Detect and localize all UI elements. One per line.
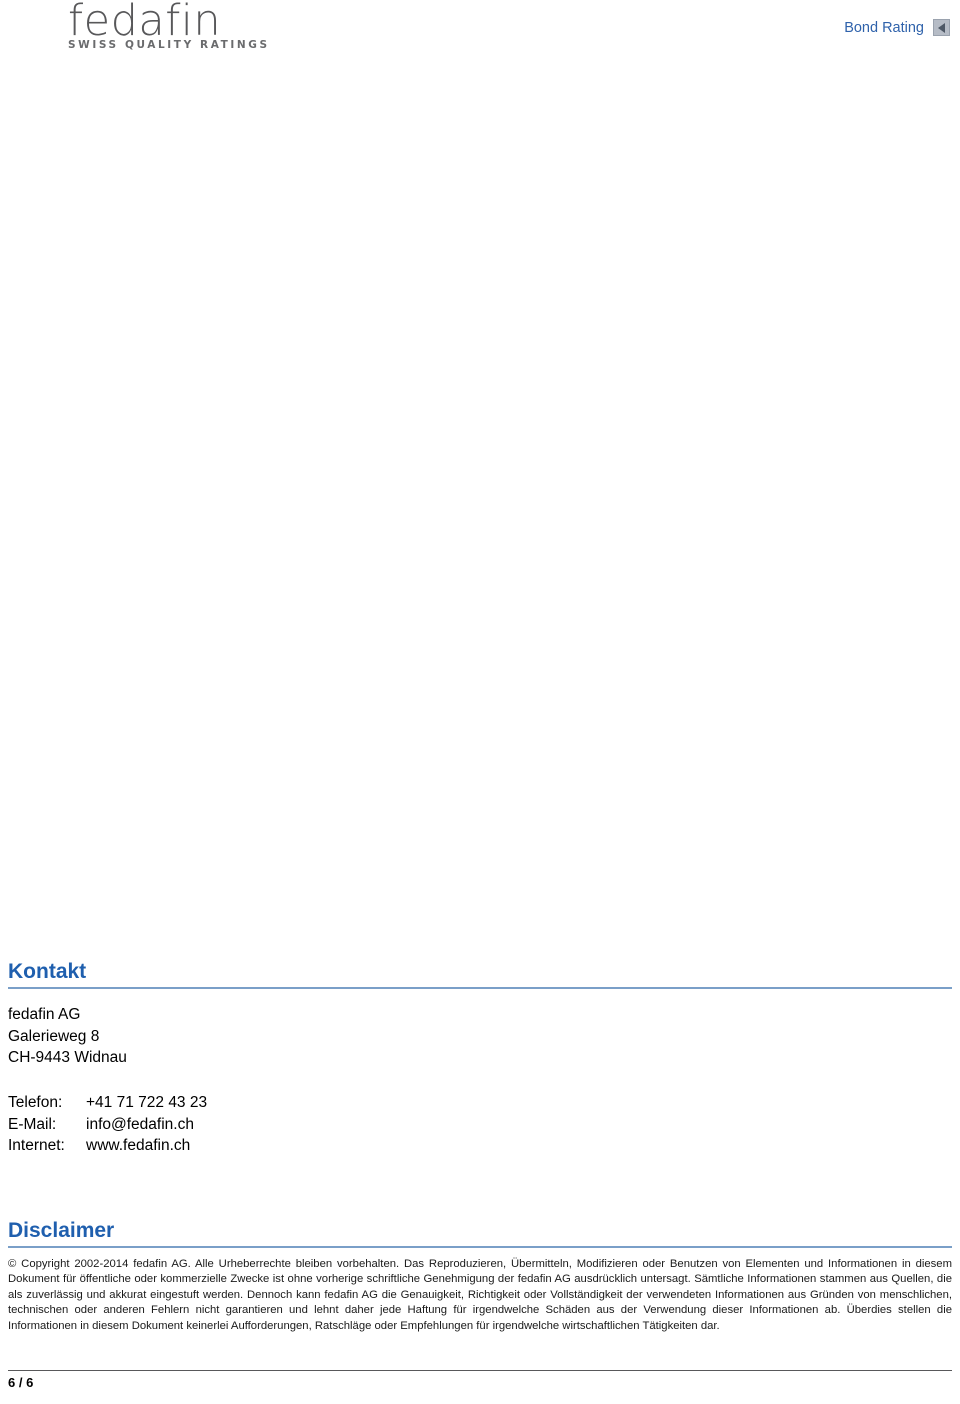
contact-label-internet: Internet: xyxy=(8,1137,65,1154)
logo-cell-r1c2 xyxy=(24,4,40,20)
table-row: E-Mail: info@fedafin.ch xyxy=(8,1114,207,1136)
brand-tagline: SWISS QUALITY RATINGS xyxy=(68,39,270,51)
contact-value-internet[interactable]: www.fedafin.ch xyxy=(86,1135,207,1157)
triangle-left-icon[interactable] xyxy=(933,19,950,36)
logo-cell-r3c1 xyxy=(8,36,24,48)
logo-cell-r2c2 xyxy=(24,20,40,36)
contact-label-telefon: Telefon: xyxy=(8,1094,63,1111)
kontakt-section-heading: Kontakt xyxy=(8,960,952,989)
table-row: Telefon: +41 71 722 43 23 xyxy=(8,1092,207,1114)
page-header: fedafin SWISS QUALITY RATINGS Bond Ratin… xyxy=(0,0,960,70)
disclaimer-section-heading: Disclaimer xyxy=(8,1219,952,1248)
contact-company: fedafin AG xyxy=(8,1006,81,1023)
logo-cell-r1c3 xyxy=(40,4,52,20)
page-number: 6 / 6 xyxy=(8,1375,34,1390)
brand-wordmark-block: fedafin SWISS QUALITY RATINGS xyxy=(68,0,272,51)
disclaimer-body-text: © Copyright 2002-2014 fedafin AG. Alle U… xyxy=(8,1258,952,1332)
logo-cell-r2c3 xyxy=(40,20,52,36)
page-footer: 6 / 6 xyxy=(8,1370,952,1390)
footer-divider xyxy=(8,1370,952,1371)
logo-cell-r2c1 xyxy=(8,20,24,36)
logo-cell-r1c1 xyxy=(8,4,24,20)
contact-city: CH-9443 Widnau xyxy=(8,1049,127,1066)
contact-value-telefon: +41 71 722 43 23 xyxy=(86,1094,208,1111)
logo-cell-r3c2 xyxy=(24,36,40,48)
contact-street: Galerieweg 8 xyxy=(8,1027,100,1045)
contact-details-table: Telefon: +41 71 722 43 23 E-Mail: info@f… xyxy=(8,1092,207,1157)
fedafin-logo-grid-icon xyxy=(8,4,52,48)
brand-logo: fedafin SWISS QUALITY RATINGS xyxy=(8,0,272,53)
contact-value-email[interactable]: info@fedafin.ch xyxy=(86,1114,207,1136)
contact-label-email: E-Mail: xyxy=(8,1115,57,1133)
logo-cell-r3c3 xyxy=(40,36,52,48)
table-row: Internet: www.fedafin.ch xyxy=(8,1135,207,1157)
brand-wordmark: fedafin xyxy=(68,0,222,46)
contact-address-block: fedafin AG Galerieweg 8 CH-9443 Widnau xyxy=(8,1004,127,1069)
doc-type-label: Bond Rating xyxy=(844,19,924,36)
header-doc-type: Bond Rating xyxy=(844,19,950,36)
